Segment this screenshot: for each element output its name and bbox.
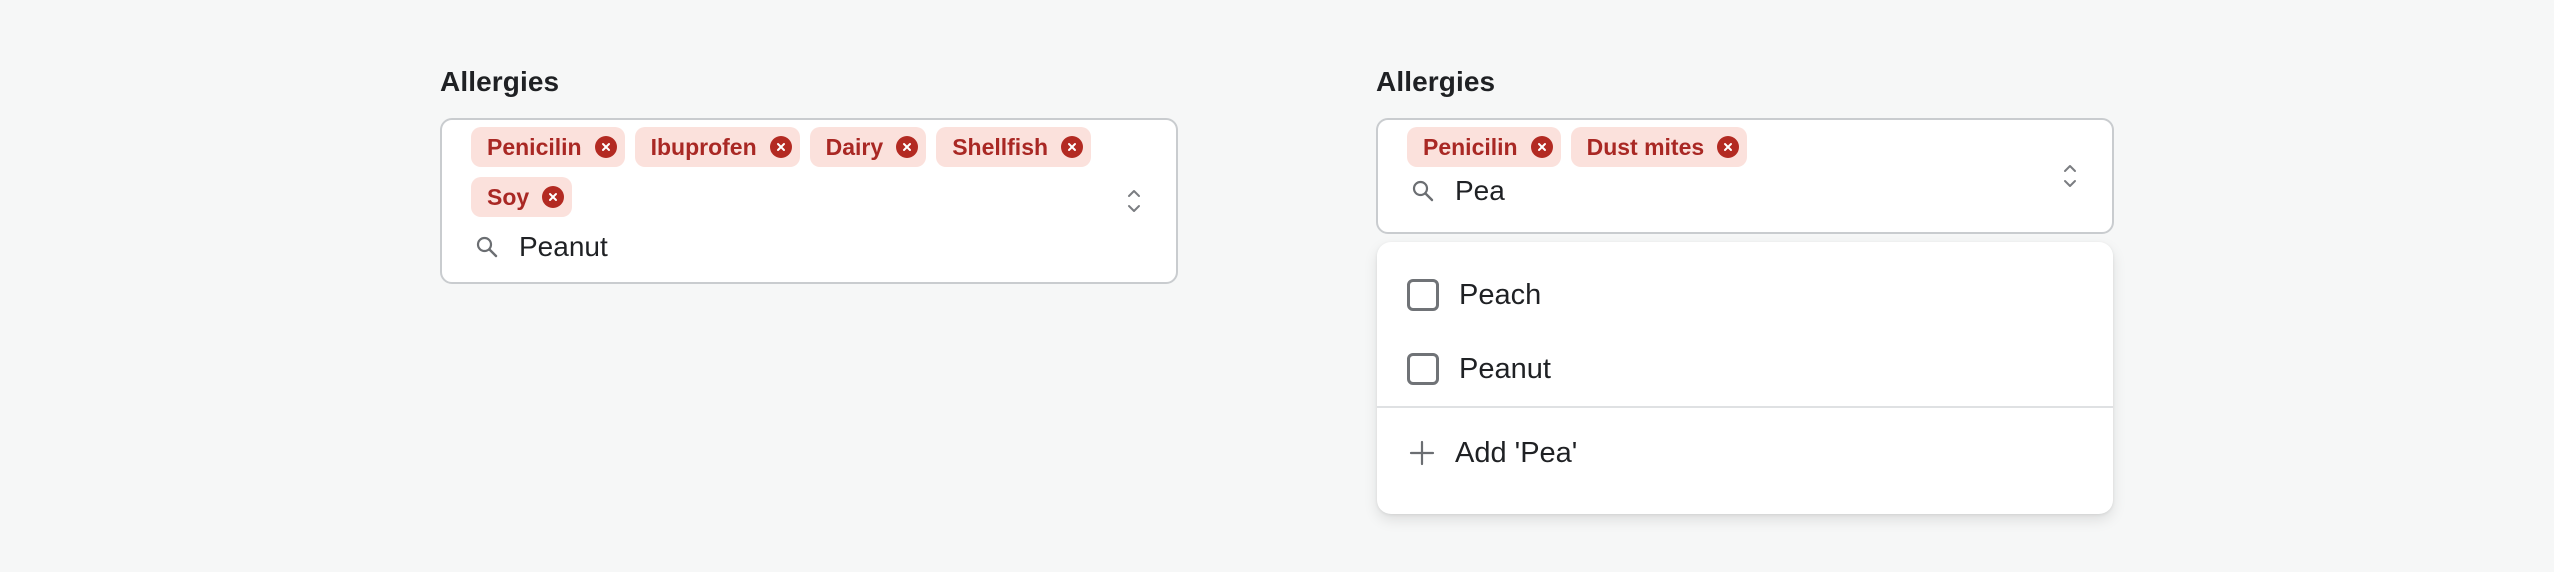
chip-label: Soy xyxy=(487,183,530,210)
chip-dairy: Dairy xyxy=(809,127,927,167)
multi-select-box[interactable]: Penicilin Ibuprofen Dairy Shellfish Soy … xyxy=(440,118,1178,284)
chip-label: Ibuprofen xyxy=(650,133,757,160)
checkbox[interactable] xyxy=(1407,279,1439,311)
multi-select-box[interactable]: Penicilin Dust mites xyxy=(1376,118,2114,234)
chip-label: Dairy xyxy=(825,133,884,160)
chip-label: Dust mites xyxy=(1586,133,1705,160)
chip-shellfish: Shellfish xyxy=(936,127,1092,167)
plus-icon xyxy=(1409,440,1435,466)
chip-ibuprofen: Ibuprofen xyxy=(634,127,800,167)
close-circle-icon[interactable] xyxy=(896,136,919,158)
chip-soy: Soy xyxy=(471,177,573,217)
option-peanut[interactable]: Peanut xyxy=(1377,332,2113,406)
chip-label: Penicilin xyxy=(1423,133,1518,160)
search-icon xyxy=(475,235,499,259)
close-circle-icon[interactable] xyxy=(1530,136,1553,158)
search-input[interactable] xyxy=(519,227,1079,267)
search-icon xyxy=(1411,179,1435,203)
option-label: Peanut xyxy=(1459,352,1551,385)
chip-list: Penicilin Ibuprofen Dairy Shellfish Soy xyxy=(471,127,1106,217)
search-row xyxy=(471,222,1106,272)
chip-label: Penicilin xyxy=(487,133,582,160)
close-circle-icon[interactable] xyxy=(1061,136,1084,158)
option-peach[interactable]: Peach xyxy=(1377,258,2113,332)
chip-penicilin: Penicilin xyxy=(471,127,625,167)
options-menu: Peach Peanut Add 'Pea' xyxy=(1377,242,2113,514)
checkbox[interactable] xyxy=(1407,353,1439,385)
chip-list: Penicilin Dust mites xyxy=(1407,127,2042,167)
chip-dust-mites: Dust mites xyxy=(1570,127,1748,167)
field-label: Allergies xyxy=(1376,66,1496,97)
chevron-up-down-icon[interactable] xyxy=(2062,161,2078,191)
option-label: Peach xyxy=(1459,278,1542,311)
add-option-label: Add 'Pea' xyxy=(1455,436,1578,469)
close-circle-icon[interactable] xyxy=(542,186,565,208)
field-label: Allergies xyxy=(440,66,560,97)
close-circle-icon[interactable] xyxy=(594,136,617,158)
allergies-field-right: Allergies Penicilin Dust mites xyxy=(1376,64,2114,234)
chevron-up-down-icon[interactable] xyxy=(1126,186,1142,216)
add-option-button[interactable]: Add 'Pea' xyxy=(1377,408,2113,498)
allergies-field-left: Allergies Penicilin Ibuprofen Dairy Shel… xyxy=(440,64,1178,284)
search-input[interactable] xyxy=(1455,171,2015,211)
chip-penicilin: Penicilin xyxy=(1407,127,1561,167)
chip-label: Shellfish xyxy=(952,133,1049,160)
close-circle-icon[interactable] xyxy=(1717,136,1740,158)
search-row xyxy=(1407,168,2042,214)
close-circle-icon[interactable] xyxy=(769,136,792,158)
